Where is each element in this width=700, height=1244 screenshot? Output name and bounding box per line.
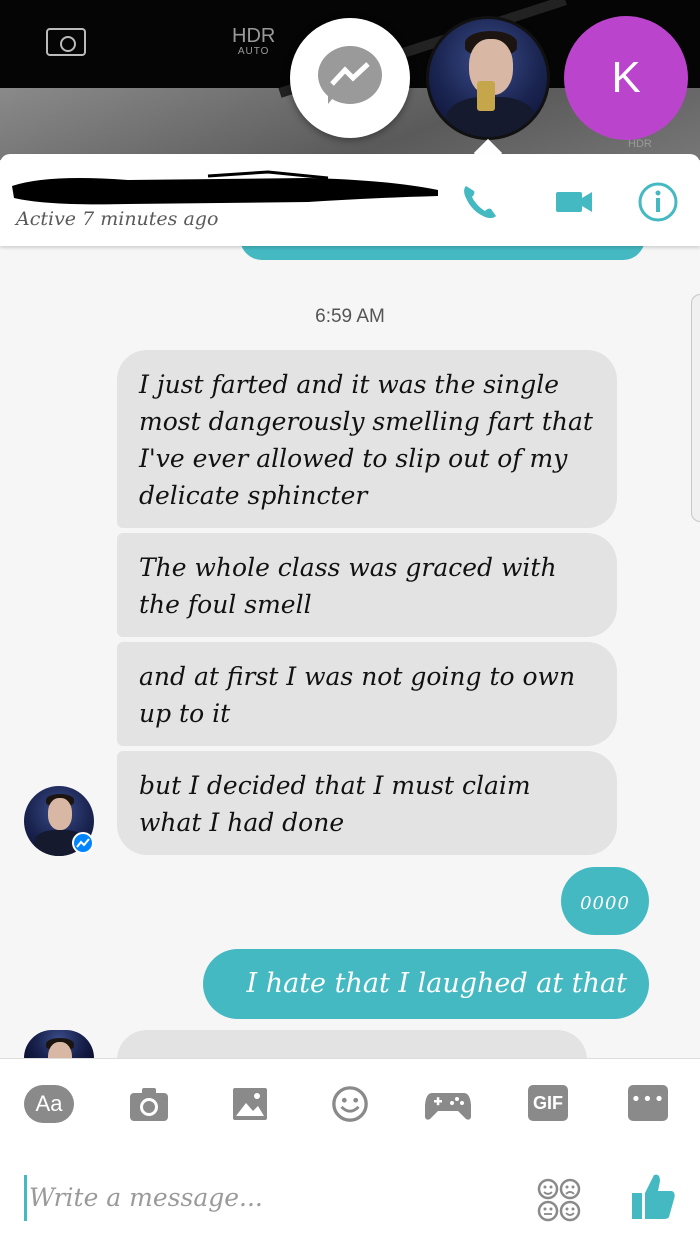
video-icon[interactable] <box>552 180 596 224</box>
image-icon[interactable] <box>232 1085 268 1123</box>
scroll-indicator[interactable] <box>691 294 700 522</box>
emoji-icon[interactable] <box>330 1085 370 1123</box>
outgoing-message[interactable]: 0000 <box>561 867 649 935</box>
rotate-camera-icon[interactable] <box>46 28 86 56</box>
active-status: Active 7 minutes ago <box>16 208 219 230</box>
camera-icon[interactable] <box>128 1085 170 1123</box>
incoming-message[interactable]: but I decided that I must claim what I h… <box>117 751 617 855</box>
redacted-contact-name <box>12 170 438 205</box>
stickers-icon[interactable] <box>536 1177 582 1223</box>
thumbs-up-icon[interactable] <box>630 1171 676 1221</box>
outgoing-message[interactable]: I hate that I laughed at that <box>203 949 649 1019</box>
messenger-chat-head[interactable] <box>290 18 410 138</box>
messenger-badge-icon <box>72 832 94 854</box>
hdr-corner-label: HDR <box>628 138 652 150</box>
conversation-header: Active 7 minutes ago <box>0 154 700 246</box>
incoming-message[interactable]: and at first I was not going to own up t… <box>117 642 617 746</box>
message-timestamp: 6:59 AM <box>315 306 385 327</box>
message-input[interactable]: Write a message... <box>24 1175 504 1221</box>
text-format-button[interactable]: Aa <box>24 1085 74 1123</box>
phone-icon[interactable] <box>458 180 502 224</box>
contact-avatar[interactable] <box>24 1030 94 1058</box>
hdr-indicator[interactable]: HDR AUTO <box>232 26 275 58</box>
more-options-button[interactable]: ••• <box>628 1085 668 1121</box>
incoming-message[interactable]: The whole class was graced with the foul… <box>117 533 617 637</box>
game-icon[interactable] <box>424 1085 472 1123</box>
contact-chat-head-photo[interactable] <box>426 16 550 140</box>
message-composer: Aa GIF ••• Write a message... <box>0 1058 700 1244</box>
info-icon[interactable] <box>636 180 680 224</box>
gif-button[interactable]: GIF <box>528 1085 568 1121</box>
contact-chat-head-k[interactable]: K <box>564 16 688 140</box>
incoming-message[interactable]: I just farted and it was the single most… <box>117 350 617 528</box>
